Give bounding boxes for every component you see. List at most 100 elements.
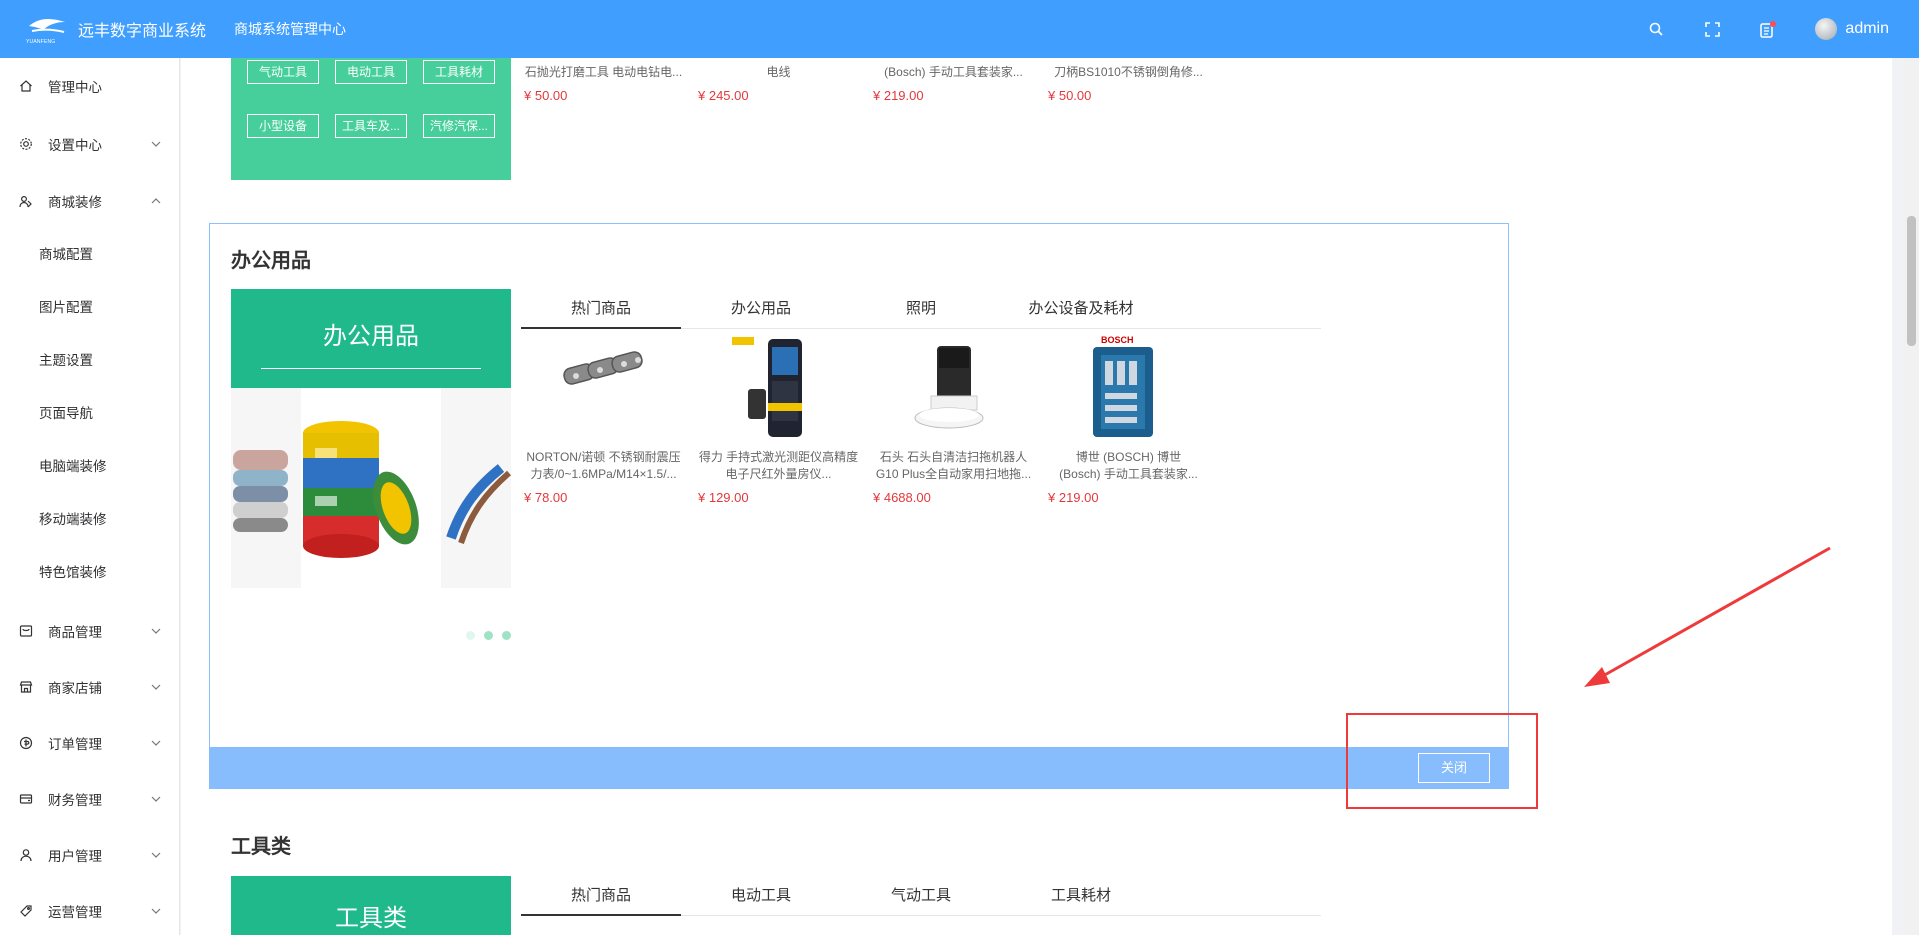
product-price: ¥ 245.00	[698, 88, 749, 103]
carousel-dot[interactable]	[502, 631, 511, 640]
sidebar-item-store[interactable]: 商家店铺	[0, 672, 180, 702]
tab-pneumatic-tools[interactable]: 气动工具	[841, 884, 1001, 905]
sidebar-subitem-page-nav[interactable]: 页面导航	[39, 402, 93, 426]
notification-icon[interactable]	[1759, 20, 1777, 38]
scrollbar-thumb[interactable]	[1907, 216, 1916, 346]
annotation-arrow-icon	[1584, 546, 1831, 687]
edit-action-bar	[209, 747, 1509, 789]
product-price: ¥ 50.00	[1048, 88, 1092, 103]
product-desc: 石抛光打磨工具 电动电钻电...	[524, 65, 683, 79]
chevron-down-icon	[151, 852, 161, 858]
sidebar-subitem-mall-config[interactable]: 商城配置	[39, 243, 93, 267]
svg-text:BOSCH: BOSCH	[1101, 335, 1134, 345]
sidebar-subitem-theme[interactable]: 主题设置	[39, 349, 93, 373]
sidebar-item-operations[interactable]: 运营管理	[0, 896, 180, 926]
sidebar-item-label: 运营管理	[48, 905, 102, 920]
product-price: ¥ 50.00	[524, 88, 568, 103]
category-tag[interactable]: 办公设备...	[247, 648, 319, 672]
product-price: ¥ 129.00	[698, 490, 749, 505]
sidebar-item-orders[interactable]: 订单管理	[0, 728, 180, 758]
section-title: 办公用品	[231, 250, 311, 272]
settings-icon	[19, 137, 33, 151]
sidebar-item-label: 用户管理	[48, 849, 102, 864]
product-price: ¥ 219.00	[1048, 490, 1099, 505]
product-price: ¥ 219.00	[873, 88, 924, 103]
active-tab-indicator	[521, 327, 681, 329]
banner-title: 办公用品	[323, 323, 419, 350]
sidebar-item-settings[interactable]: 设置中心	[0, 129, 180, 159]
store-icon	[19, 680, 33, 694]
category-tag[interactable]: 汽修汽保...	[423, 114, 495, 138]
tab-hot[interactable]: 热门商品	[521, 884, 681, 905]
sidebar-subitem-mobile-decor[interactable]: 移动端装修	[39, 508, 107, 532]
user-menu[interactable]: admin	[1815, 18, 1889, 40]
sidebar-item-decoration[interactable]: 商城装修	[0, 186, 180, 216]
carousel-dot[interactable]	[484, 631, 493, 640]
goods-icon	[19, 624, 33, 638]
sidebar-item-goods[interactable]: 商品管理	[0, 616, 180, 646]
finance-icon	[19, 792, 33, 806]
chevron-down-icon	[151, 796, 161, 802]
order-icon	[19, 736, 33, 750]
operation-icon	[19, 904, 33, 918]
scrollbar[interactable]	[1903, 58, 1919, 935]
robot-vacuum-image[interactable]	[899, 338, 999, 438]
category-tag[interactable]: 办公用品	[335, 702, 407, 726]
tab-electric-tools[interactable]: 电动工具	[681, 884, 841, 905]
logo[interactable]: YUANFENG 远丰数字商业系统	[0, 14, 220, 45]
logo-mark: YUANFENG	[26, 14, 70, 45]
sidebar-subitem-pc-decor[interactable]: 电脑端装修	[39, 455, 107, 479]
laser-meter-image[interactable]	[726, 333, 826, 443]
tab-lighting[interactable]: 照明	[841, 297, 1001, 318]
highlight-box	[1346, 713, 1538, 809]
main-content: 气动工具 电动工具 工具耗材 小型设备 工具车及... 汽修汽保... 石抛光打…	[181, 58, 1892, 935]
sidebar-subitem-image-config[interactable]: 图片配置	[39, 296, 93, 320]
product-desc: NORTON/诺顿 不锈钢耐震压	[526, 450, 681, 464]
top-navbar: YUANFENG 远丰数字商业系统 商城系统管理中心 admin	[0, 0, 1919, 58]
decor-icon	[19, 194, 33, 208]
sidebar-item-dashboard[interactable]: 管理中心	[0, 71, 180, 101]
section-title: 工具类	[231, 836, 291, 858]
product-desc: 博世 (BOSCH) 博世	[1075, 450, 1182, 464]
sidebar-subitem-feature-decor[interactable]: 特色馆装修	[39, 561, 107, 585]
category-tag[interactable]: 电动工具	[335, 60, 407, 84]
category-tag[interactable]: 工具车及...	[335, 114, 407, 138]
cable-product-image	[231, 388, 511, 588]
carousel-dot[interactable]	[466, 631, 475, 640]
tab-tool-consumables[interactable]: 工具耗材	[1001, 884, 1161, 905]
bosch-toolkit-image[interactable]: BOSCH	[1071, 333, 1171, 443]
category-tag[interactable]: 电脑外设	[423, 648, 495, 672]
search-icon[interactable]	[1647, 20, 1665, 38]
chain-product-image[interactable]	[556, 336, 656, 436]
product-desc: 力表/0~1.6MPa/M14×1.5/...	[530, 467, 677, 481]
sidebar-item-finance[interactable]: 财务管理	[0, 784, 180, 814]
user-icon	[19, 848, 33, 862]
category-tag[interactable]: 气动工具	[247, 60, 319, 84]
category-tag[interactable]: 数码影音...	[247, 702, 319, 726]
tab-office-equipment[interactable]: 办公设备及耗材	[1001, 297, 1161, 318]
nav-title[interactable]: 商城系统管理中心	[234, 19, 346, 39]
chevron-down-icon	[151, 628, 161, 634]
username: admin	[1845, 20, 1889, 37]
product-desc: 电线	[766, 65, 791, 79]
product-price: ¥ 4688.00	[873, 490, 931, 505]
fullscreen-icon[interactable]	[1703, 20, 1721, 38]
avatar	[1815, 18, 1838, 40]
banner-title: 工具类	[335, 905, 407, 932]
category-tag[interactable]: 照明	[335, 648, 407, 672]
sidebar: 管理中心 设置中心 商城装修 商城配置 图片配置 主题设置 页面导航 电脑端装修…	[0, 58, 180, 935]
tab-hot[interactable]: 热门商品	[521, 297, 681, 318]
category-tabs: 热门商品 办公用品 照明 办公设备及耗材	[521, 289, 1321, 329]
category-tag[interactable]: 清洁设备	[423, 702, 495, 726]
sidebar-item-label: 财务管理	[48, 793, 102, 808]
product-desc: 电子尺红外量房仪...	[725, 467, 832, 481]
product-desc: (Bosch) 手动工具套装家...	[884, 65, 1023, 79]
sidebar-item-label: 商家店铺	[48, 681, 102, 696]
chevron-down-icon	[151, 908, 161, 914]
category-tag[interactable]: 工具耗材	[423, 60, 495, 84]
tab-office[interactable]: 办公用品	[681, 297, 841, 318]
product-desc: 得力 手持式激光测距仪高精度	[698, 450, 859, 464]
sidebar-item-label: 订单管理	[48, 737, 102, 752]
sidebar-item-users[interactable]: 用户管理	[0, 840, 180, 870]
category-tag[interactable]: 小型设备	[247, 114, 319, 138]
